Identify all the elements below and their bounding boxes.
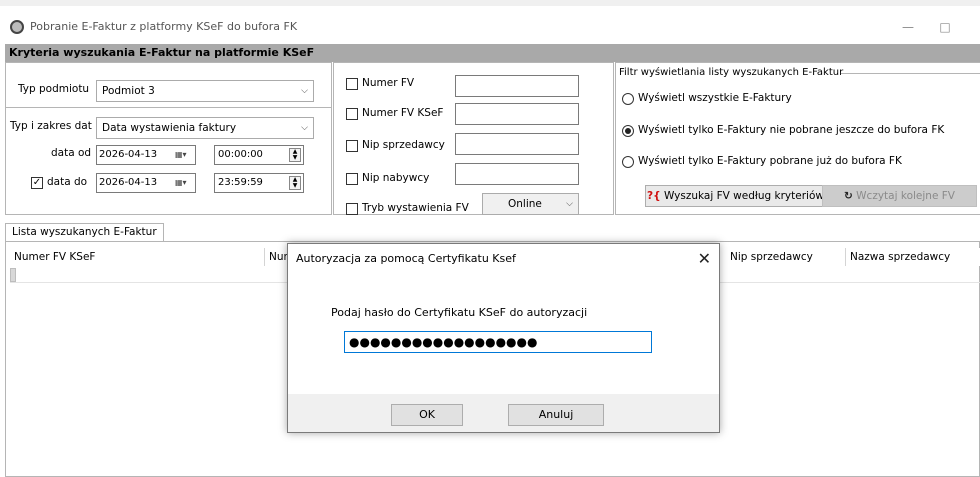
window-title-bar: Pobranie E-Faktur z platformy KSeF do bu… (0, 0, 980, 44)
filter-radio-not-downloaded[interactable] (622, 125, 634, 137)
date-criteria-panel: Typ podmiotu Podmiot 3 ⌵ Typ i zakres da… (5, 62, 332, 215)
load-more-label: Wczytaj kolejne FV (856, 190, 955, 202)
nip-nabywcy-label: Nip nabywcy (362, 172, 430, 184)
date-from-label: data od (51, 147, 92, 159)
column-header-nazwa-sprzedawcy[interactable]: Nazwa sprzedawcy (846, 248, 980, 266)
date-type-label: Typ i zakres dat (10, 120, 92, 132)
numer-fv-ksef-checkbox[interactable] (346, 108, 358, 120)
filter-option-downloaded[interactable]: Wyświetl tylko E-Faktury pobrane już do … (638, 155, 902, 167)
calendar-icon[interactable]: ▦▾ (175, 149, 191, 161)
close-icon[interactable]: ✕ (698, 244, 711, 274)
nip-nabywcy-checkbox[interactable] (346, 173, 358, 185)
time-from-value: 00:00:00 (218, 149, 263, 160)
nip-sprzedawcy-input[interactable] (455, 133, 579, 155)
search-icon: ?{ (647, 190, 661, 202)
calendar-icon[interactable]: ▦▾ (175, 177, 191, 189)
time-from-input[interactable]: 00:00:00 ▲ ▼ (214, 145, 304, 165)
filter-legend: Filtr wyświetlania listy wyszukanych E-F… (619, 67, 844, 78)
minimize-button[interactable]: — (893, 16, 923, 38)
certificate-auth-dialog: Autoryzacja za pomocą Certyfikatu Ksef ✕… (287, 243, 720, 433)
tryb-label: Tryb wystawienia FV (362, 202, 469, 214)
date-to-checkbox[interactable]: ✓ (31, 177, 43, 189)
password-field[interactable]: ●●●●●●●●●●●●●●●●●● (344, 331, 652, 353)
nip-nabywcy-input[interactable] (455, 163, 579, 185)
filter-radio-all[interactable] (622, 93, 634, 105)
numer-fv-input[interactable] (455, 75, 579, 97)
load-more-button[interactable]: ↻ Wczytaj kolejne FV (822, 185, 977, 207)
column-header-nip-sprzedawcy[interactable]: Nip sprzedawcy (726, 248, 846, 266)
field-criteria-panel: Numer FV Numer FV KSeF Nip sprzedawcy Ni… (333, 62, 614, 215)
chevron-down-icon: ⌵ (301, 86, 308, 96)
refresh-icon: ↻ (844, 190, 853, 202)
dialog-title: Autoryzacja za pomocą Certyfikatu Ksef (296, 252, 516, 265)
row-selector[interactable] (10, 268, 16, 282)
maximize-button[interactable]: □ (930, 16, 960, 38)
dialog-title-bar: Autoryzacja za pomocą Certyfikatu Ksef ✕ (288, 244, 719, 274)
nip-sprzedawcy-label: Nip sprzedawcy (362, 139, 445, 151)
divider (6, 107, 331, 108)
app-icon (10, 20, 24, 34)
filter-option-not-downloaded[interactable]: Wyświetl tylko E-Faktury nie pobrane jes… (638, 124, 944, 136)
date-from-picker[interactable]: 2026-04-13 ▦▾ (96, 145, 196, 165)
tab-lista[interactable]: Lista wyszukanych E-Faktur (5, 223, 164, 241)
date-to-label: data do (47, 176, 88, 188)
spinner-icon[interactable]: ▲ ▼ (289, 148, 301, 162)
entity-type-select[interactable]: Podmiot 3 ⌵ (96, 80, 314, 102)
search-button[interactable]: ?{ Wyszukaj FV według kryteriów (645, 185, 826, 207)
chevron-down-icon: ⌵ (566, 199, 573, 209)
criteria-header: Kryteria wyszukania E-Faktur na platform… (5, 44, 980, 62)
numer-fv-label: Numer FV (362, 77, 415, 89)
ok-button[interactable]: OK (391, 404, 463, 426)
numer-fv-checkbox[interactable] (346, 78, 358, 90)
numer-fv-ksef-input[interactable] (455, 103, 579, 125)
window-title: Pobranie E-Faktur z platformy KSeF do bu… (30, 20, 298, 33)
date-type-select[interactable]: Data wystawienia faktury ⌵ (96, 117, 314, 139)
entity-type-value: Podmiot 3 (102, 85, 155, 97)
chevron-down-icon: ⌵ (301, 123, 308, 133)
dialog-body: Podaj hasło do Certyfikatu KSeF do autor… (288, 274, 719, 394)
cancel-button[interactable]: Anuluj (508, 404, 604, 426)
search-button-label: Wyszukaj FV według kryteriów (663, 190, 824, 202)
time-to-input[interactable]: 23:59:59 ▲ ▼ (214, 173, 304, 193)
date-to-picker[interactable]: 2026-04-13 ▦▾ (96, 173, 196, 193)
nip-sprzedawcy-checkbox[interactable] (346, 140, 358, 152)
numer-fv-ksef-label: Numer FV KSeF (362, 107, 444, 119)
divider (841, 73, 980, 74)
date-from-value: 2026-04-13 (99, 149, 158, 160)
tryb-checkbox[interactable] (346, 203, 358, 215)
entity-type-label: Typ podmiotu (18, 83, 90, 95)
filter-panel: Filtr wyświetlania listy wyszukanych E-F… (615, 62, 980, 215)
tryb-value: Online (508, 198, 542, 210)
date-to-value: 2026-04-13 (99, 177, 158, 188)
dialog-message: Podaj hasło do Certyfikatu KSeF do autor… (331, 306, 588, 319)
tryb-select[interactable]: Online ⌵ (482, 193, 579, 215)
time-to-value: 23:59:59 (218, 177, 263, 188)
spinner-icon[interactable]: ▲ ▼ (289, 176, 301, 190)
column-header-numer-fv-ksef[interactable]: Numer FV KSeF (10, 248, 265, 266)
date-type-value: Data wystawienia faktury (102, 122, 237, 134)
filter-radio-downloaded[interactable] (622, 156, 634, 168)
filter-option-all[interactable]: Wyświetl wszystkie E-Faktury (638, 92, 792, 104)
